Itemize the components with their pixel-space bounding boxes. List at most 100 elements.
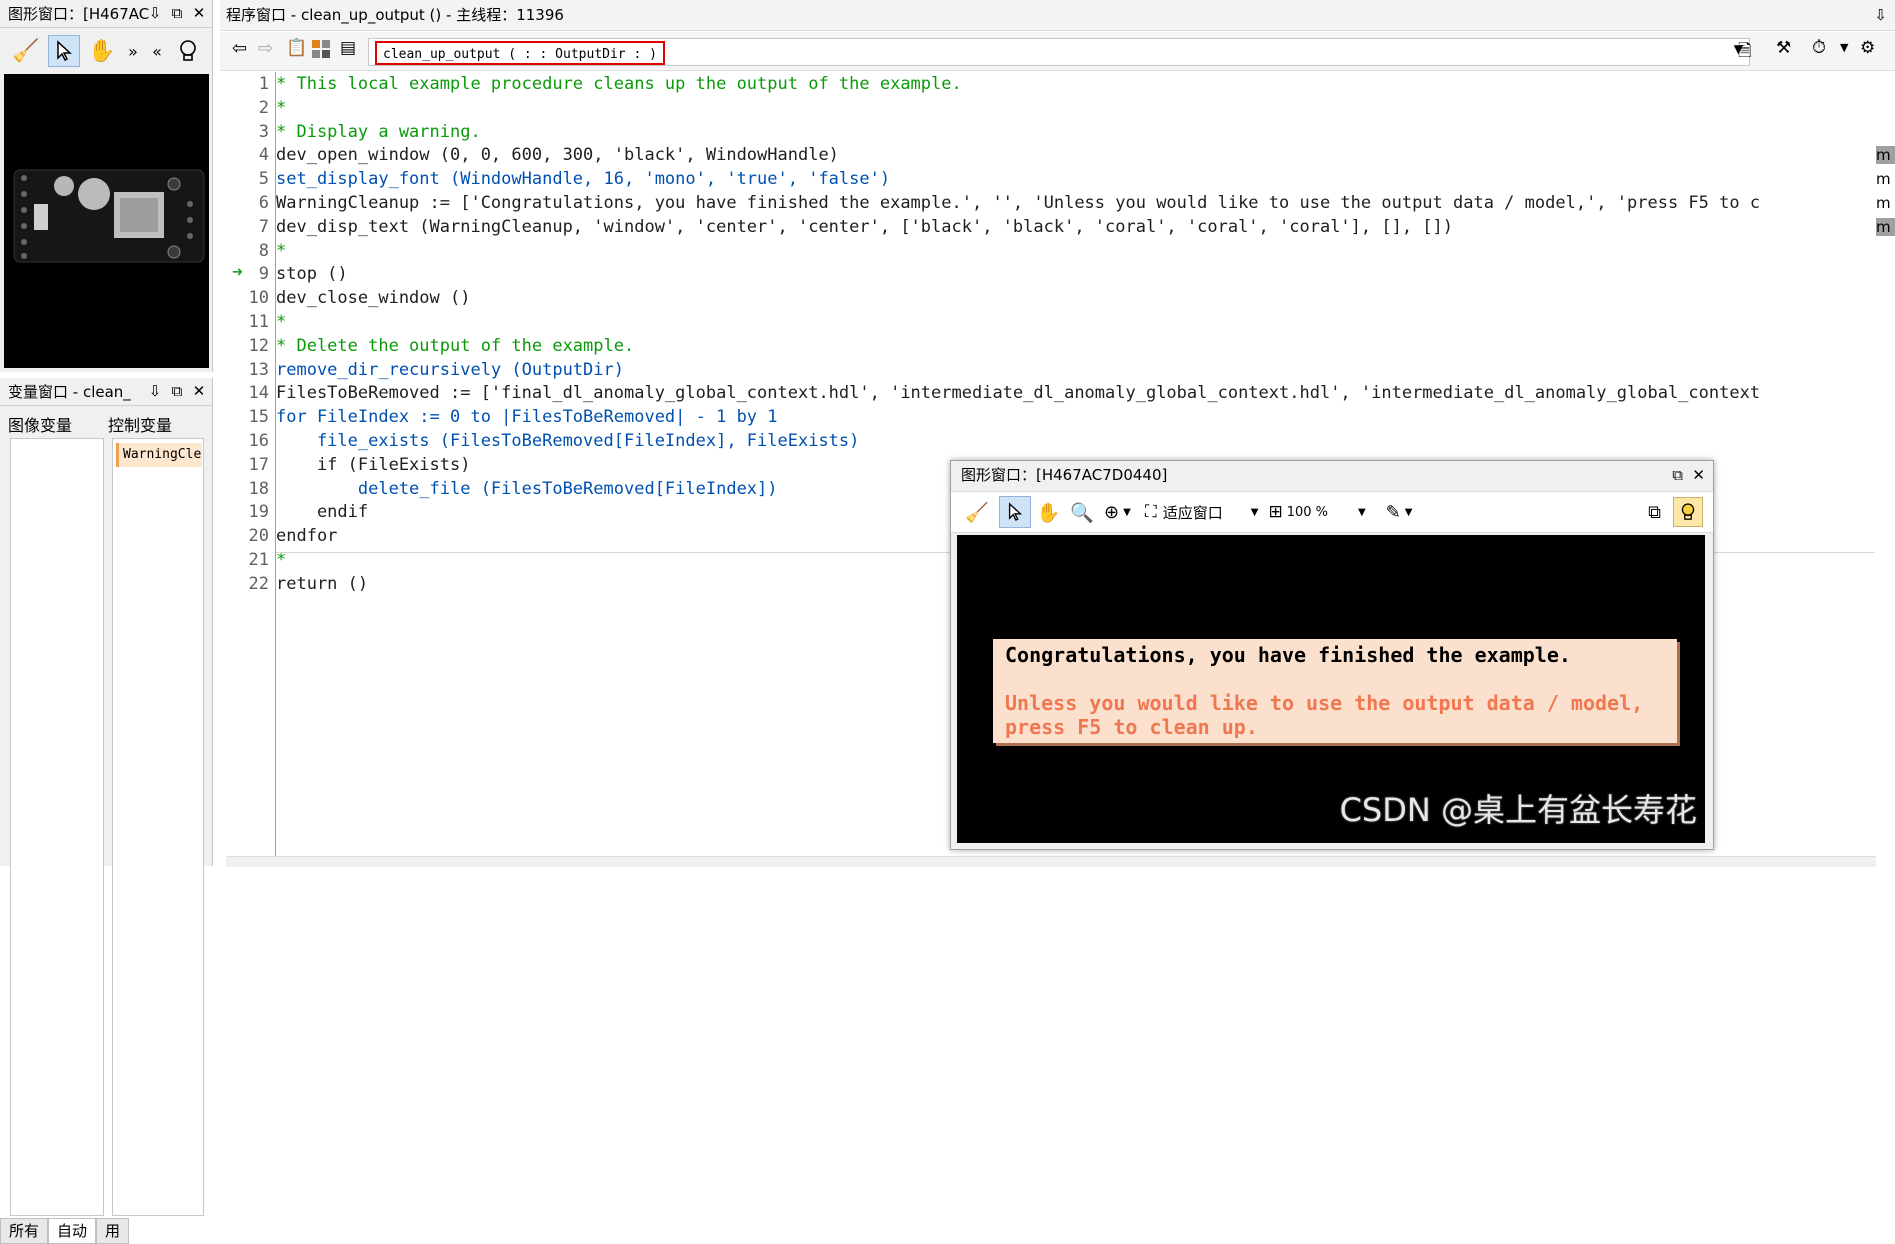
control-variable-item[interactable]: WarningCle (116, 443, 202, 467)
code-line[interactable]: * (276, 312, 286, 332)
program-window-header: 程序窗口 - clean_up_output () - 主线程：11396 ⇩ (220, 0, 1895, 31)
pin-icon[interactable]: ⇩ (146, 4, 164, 22)
float-icon[interactable]: ⧉ (1672, 461, 1683, 489)
line-number-gutter: 1 2 3 4 5 6 7 8 9 10 11 12 13 14 15 16 17 18 19 20 21 22 (220, 72, 276, 856)
lightbulb-icon[interactable] (172, 35, 204, 67)
code-line[interactable]: set_display_font (WindowHandle, 16, 'mon… (276, 169, 890, 189)
line-number: 2 (258, 97, 269, 118)
code-line[interactable]: delete_file (FilesToBeRemoved[FileIndex]… (276, 479, 778, 499)
clipboard-icon[interactable]: 📋 (286, 38, 307, 58)
pin-icon[interactable]: ⇩ (146, 382, 164, 400)
line-number: 8 (258, 240, 269, 261)
code-line[interactable]: * (276, 550, 286, 570)
close-icon[interactable]: ✕ (1692, 461, 1705, 489)
hand-icon[interactable]: ✋ (86, 35, 118, 67)
code-line[interactable]: * Delete the output of the example. (276, 336, 634, 356)
control-variables-list[interactable]: WarningCle (112, 438, 204, 1216)
image-variables-list[interactable] (10, 438, 104, 1216)
variables-title: 变量窗口 - clean_ (8, 383, 131, 401)
debug-icon[interactable]: ⚙ (1860, 38, 1875, 58)
zoom-in-icon[interactable]: ⊕ (1104, 502, 1119, 523)
hand-icon[interactable]: ✋ (1037, 501, 1061, 524)
tab-all[interactable]: 所有 (0, 1218, 49, 1244)
timer-icon[interactable]: ⏱ (1812, 37, 1826, 58)
code-line[interactable]: if (FileExists) (276, 455, 471, 475)
pointer-icon[interactable] (48, 35, 80, 67)
broom-icon[interactable]: 🧹 (10, 35, 42, 67)
code-line[interactable]: * Display a warning. (276, 122, 481, 142)
marker: m (1876, 170, 1891, 188)
draw-icon[interactable]: ✎ (1386, 502, 1401, 523)
forward-icon[interactable]: ⇨ (258, 38, 273, 59)
variables-tabs: 所有 自动 用 (0, 1218, 212, 1244)
back-icon[interactable]: ⇦ (232, 38, 247, 59)
procedure-select[interactable]: clean_up_output ( : : OutputDir : ) ▼ (368, 38, 1750, 66)
program-counter-arrow-icon: ➜ (232, 262, 243, 283)
chevron-down-icon[interactable]: ▼ (1358, 507, 1366, 518)
close-icon[interactable]: ✕ (190, 382, 208, 400)
expand-right-icon[interactable]: » (124, 35, 142, 67)
code-line[interactable]: for FileIndex := 0 to |FilesToBeRemoved|… (276, 407, 778, 427)
save-procedure-icon[interactable]: 🗎 (1738, 38, 1752, 67)
float-icon[interactable]: ⧉ (168, 382, 186, 400)
watermark: CSDN @桌上有盆长寿花 (1339, 791, 1697, 829)
right-markers: m m m m (1876, 146, 1895, 242)
variables-header: 变量窗口 - clean_ ⇩ ⧉ ✕ (0, 378, 212, 406)
chevron-down-icon[interactable]: ▼ (1123, 507, 1131, 518)
fit-window-select[interactable]: 适应窗口 (1163, 502, 1223, 523)
code-line[interactable]: WarningCleanup := ['Congratulations, you… (276, 193, 1760, 213)
line-number: 6 (258, 193, 269, 213)
floating-window-titlebar[interactable]: 图形窗口：[H467AC7D0440] ⧉ ✕ (951, 461, 1713, 489)
code-line[interactable]: endif (276, 502, 368, 522)
chevron-down-icon[interactable]: ▼ (1251, 507, 1259, 518)
variable-columns: 图像变量 控制变量 (0, 410, 212, 436)
line-number: 18 (248, 478, 269, 499)
collapse-left-icon[interactable]: « (148, 35, 166, 67)
layers-icon[interactable]: ⧉ (1648, 502, 1661, 523)
horizontal-scrollbar[interactable] (226, 856, 1876, 867)
tab-user[interactable]: 用 (96, 1218, 130, 1244)
line-number: 21 (248, 550, 269, 570)
close-icon[interactable]: ✕ (190, 4, 208, 22)
code-line[interactable]: remove_dir_recursively (OutputDir) (276, 360, 624, 380)
pin-icon[interactable]: ⇩ (1874, 0, 1887, 30)
search-icon[interactable]: 🔍 (1070, 501, 1094, 524)
line-number: 9 (258, 264, 269, 285)
code-line[interactable]: * (276, 241, 286, 261)
line-number: 5 (258, 169, 269, 190)
image-variables-label: 图像变量 (8, 416, 73, 435)
lightbulb-icon[interactable] (1673, 497, 1703, 527)
code-line[interactable]: dev_open_window (0, 0, 600, 300, 'black'… (276, 145, 839, 165)
program-window-title: 程序窗口 - clean_up_output () - 主线程：11396 (226, 6, 564, 24)
procedure-icon: ▤ (340, 38, 357, 58)
chevron-down-icon[interactable]: ▼ (1840, 41, 1848, 54)
code-line[interactable]: FilesToBeRemoved := ['final_dl_anomaly_g… (276, 383, 1760, 403)
tools-icon[interactable]: ⚒ (1776, 38, 1791, 58)
code-line[interactable]: file_exists (FilesToBeRemoved[FileIndex]… (276, 431, 859, 451)
program-toolbar: ⇦ ⇨ 📋 ▤ clean_up_output ( : : OutputDir … (220, 32, 1895, 71)
chevron-down-icon[interactable]: ▼ (1405, 507, 1413, 518)
float-icon[interactable]: ⧉ (168, 4, 186, 22)
broom-icon[interactable]: 🧹 (965, 501, 989, 524)
line-number: 11 (248, 312, 269, 332)
zoom-box-icon[interactable]: ⊞ (1268, 502, 1282, 522)
board-image (4, 74, 209, 368)
line-number: 15 (248, 407, 269, 428)
line-number: 3 (258, 121, 269, 142)
zoom-select[interactable]: 100 % (1287, 505, 1328, 520)
code-line[interactable]: * This local example procedure cleans up… (276, 74, 962, 94)
code-line[interactable]: endfor (276, 526, 337, 546)
grid-icon[interactable] (312, 40, 330, 62)
code-line[interactable]: return () (276, 574, 368, 594)
code-line[interactable]: dev_close_window () (276, 288, 470, 308)
code-line[interactable]: dev_disp_text (WarningCleanup, 'window',… (276, 217, 1453, 237)
tab-auto[interactable]: 自动 (48, 1218, 97, 1244)
message-line: Unless you would like to use the output … (1005, 691, 1644, 715)
line-number: 14 (248, 383, 269, 404)
graphics-canvas[interactable]: Congratulations, you have finished the e… (957, 535, 1705, 843)
code-line[interactable]: stop () (276, 264, 348, 284)
fit-window-icon[interactable]: ⛶ (1145, 502, 1157, 522)
pointer-icon[interactable] (998, 496, 1031, 528)
left-graphics-title: 图形窗口：[H467AC (8, 5, 150, 23)
code-line[interactable]: * (276, 98, 286, 118)
